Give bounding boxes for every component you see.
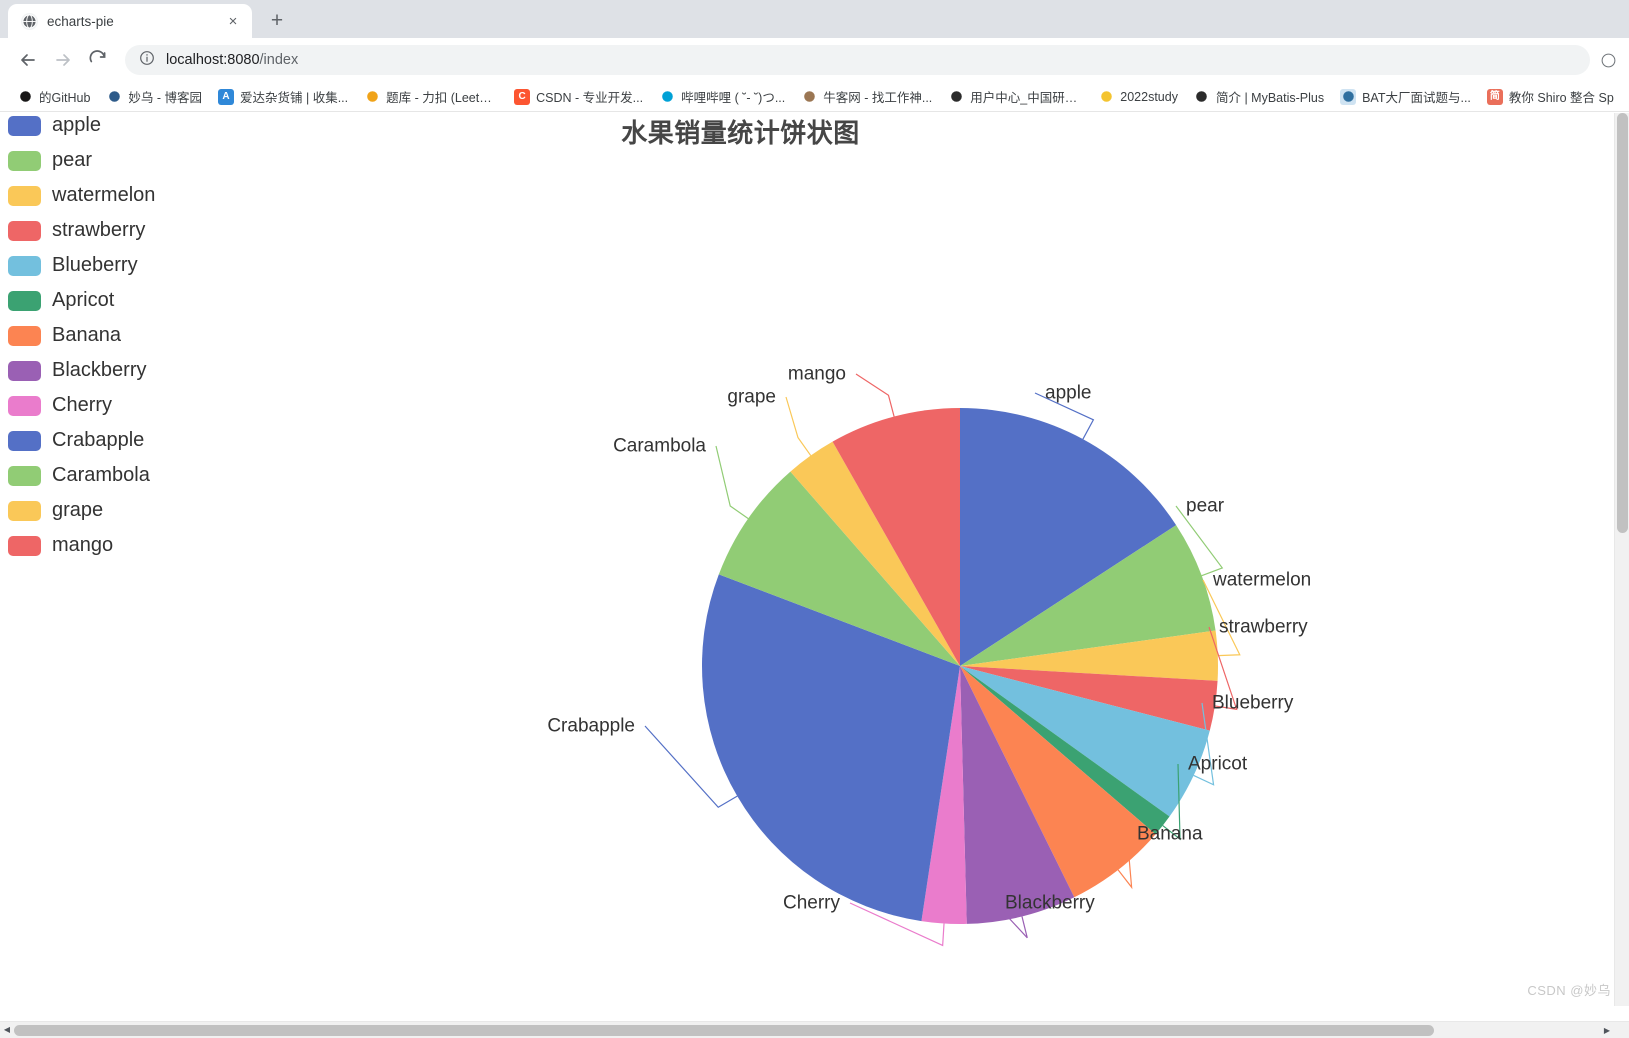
bilibili-icon <box>659 88 676 105</box>
vertical-scrollbar[interactable] <box>1614 113 1629 1006</box>
csdn-icon: C <box>514 88 531 105</box>
pie-slice-label: pear <box>1186 495 1225 517</box>
bookmark-label: 2022study <box>1120 89 1178 104</box>
graduation-cap-icon <box>948 88 965 105</box>
pie-slice-label: Cherry <box>782 892 840 914</box>
bookmark-item[interactable]: 用户中心_中国研究... <box>940 84 1090 109</box>
bookmark-item[interactable]: 牛客网 - 找工作神... <box>793 84 940 109</box>
back-icon[interactable] <box>12 44 44 76</box>
bookmark-label: 简介 | MyBatis-Plus <box>1215 91 1325 105</box>
pie-slice-label: watermelon <box>1213 569 1312 591</box>
tab-strip: echarts-pie × + <box>0 0 1629 38</box>
address-bar-url: localhost:8080/index <box>166 52 298 68</box>
bookmark-label: CSDN - 专业开发... <box>536 91 644 105</box>
bookmark-item[interactable]: 题库 - 力扣 (LeetC... <box>356 84 506 109</box>
bookmark-item[interactable]: 妙乌 - 博客园 <box>98 84 210 109</box>
pie-slice-label: Blackberry <box>1005 892 1095 914</box>
github-icon <box>17 88 33 105</box>
bookmark-label: 用户中心_中国研究... <box>970 91 1083 105</box>
new-tab-button[interactable]: + <box>262 5 292 35</box>
bookmark-item[interactable]: C CSDN - 专业开发... <box>506 84 651 109</box>
bookmark-label: 牛客网 - 找工作神... <box>823 91 933 105</box>
bookmark-label: BAT大厂面试题与... <box>1362 91 1471 105</box>
pie-slice-label: apple <box>1045 382 1092 404</box>
scroll-left-icon[interactable]: ◀ <box>0 1022 14 1038</box>
jianshu-icon: 简 <box>1486 88 1503 105</box>
book-icon <box>1340 88 1357 105</box>
letter-a-icon: A <box>218 88 235 105</box>
info-circle-icon <box>139 50 155 71</box>
reload-icon[interactable] <box>82 44 114 76</box>
bookmark-label: 哔哩哔哩 ( ˘‐ ˘)つ... <box>681 91 786 105</box>
browser-window: echarts-pie × + localhost:8080/index 的Gi… <box>0 0 1629 1038</box>
leetcode-icon <box>364 88 381 105</box>
close-icon[interactable]: × <box>224 12 242 30</box>
pie-slice-label: Carambola <box>613 435 706 457</box>
page-viewport: 水果销量统计饼状图 apple pear watermelon strawberry B… <box>0 113 1629 1021</box>
bookmark-item[interactable]: 哔哩哔哩 ( ˘‐ ˘)つ... <box>651 84 793 109</box>
bookmark-label: 教你 Shiro 整合 Sp <box>1508 91 1614 105</box>
scroll-right-icon[interactable]: ▶ <box>1600 1022 1614 1038</box>
tab-title: echarts-pie <box>47 13 114 29</box>
pie-slice-label: Banana <box>1137 823 1203 845</box>
bookmark-label: 题库 - 力扣 (LeetC... <box>386 91 499 105</box>
browser-tab[interactable]: echarts-pie × <box>8 4 252 38</box>
address-bar[interactable]: localhost:8080/index <box>125 45 1590 75</box>
vertical-scrollbar-thumb[interactable] <box>1617 113 1628 533</box>
watermark: CSDN @妙乌 <box>1527 983 1611 998</box>
echarts-pie-chart[interactable]: 水果销量统计饼状图 apple pear watermelon strawberry B… <box>0 113 1629 1021</box>
pie-label-leader-line <box>785 396 812 456</box>
url-path: /index <box>259 52 299 68</box>
forward-icon[interactable] <box>47 44 79 76</box>
pie-slice-label: grape <box>727 386 776 408</box>
pie-svg <box>644 373 1241 947</box>
pie-slice-label: mango <box>787 363 846 385</box>
cnblogs-icon <box>106 88 123 105</box>
mybatis-icon <box>1193 88 1210 105</box>
bookmark-item[interactable]: BAT大厂面试题与... <box>1332 84 1479 109</box>
bookmark-item[interactable]: 简教你 Shiro 整合 Sp <box>1479 84 1622 109</box>
bookmark-label: 的GitHub <box>39 91 91 105</box>
bookmark-label: 妙乌 - 博客园 <box>128 91 203 105</box>
browser-toolbar: localhost:8080/index <box>0 38 1629 82</box>
bookmark-item[interactable]: 2022study <box>1090 86 1186 108</box>
bookmark-item[interactable]: 简介 | MyBatis-Plus <box>1186 84 1332 109</box>
bookmarks-bar: 的GitHub 妙乌 - 博客园 A 爱达杂货铺 | 收集... 题库 - 力扣 (Le… <box>0 82 1629 112</box>
bookmark-label: 爱达杂货铺 | 收集... <box>240 91 349 105</box>
horizontal-scrollbar[interactable]: ◀ ▶ <box>0 1021 1629 1038</box>
profile-icon[interactable] <box>1599 53 1617 68</box>
globe-icon <box>21 12 38 30</box>
pie-label-leader-line <box>855 373 895 417</box>
pie-label-leader-line <box>715 445 749 520</box>
pie-slice-label: strawberry <box>1219 616 1308 638</box>
pie-slice-label: Crabapple <box>547 715 635 737</box>
pie-slice-label: Apricot <box>1188 753 1248 775</box>
bookmark-item[interactable]: 的GitHub <box>9 84 98 109</box>
url-host: localhost:8080 <box>166 52 260 68</box>
folder-icon <box>1098 88 1115 105</box>
pie-slice-label: Blueberry <box>1212 692 1294 714</box>
bookmark-item[interactable]: A 爱达杂货铺 | 收集... <box>210 84 356 109</box>
nowcoder-icon <box>801 88 818 105</box>
horizontal-scrollbar-thumb[interactable] <box>14 1025 1434 1036</box>
